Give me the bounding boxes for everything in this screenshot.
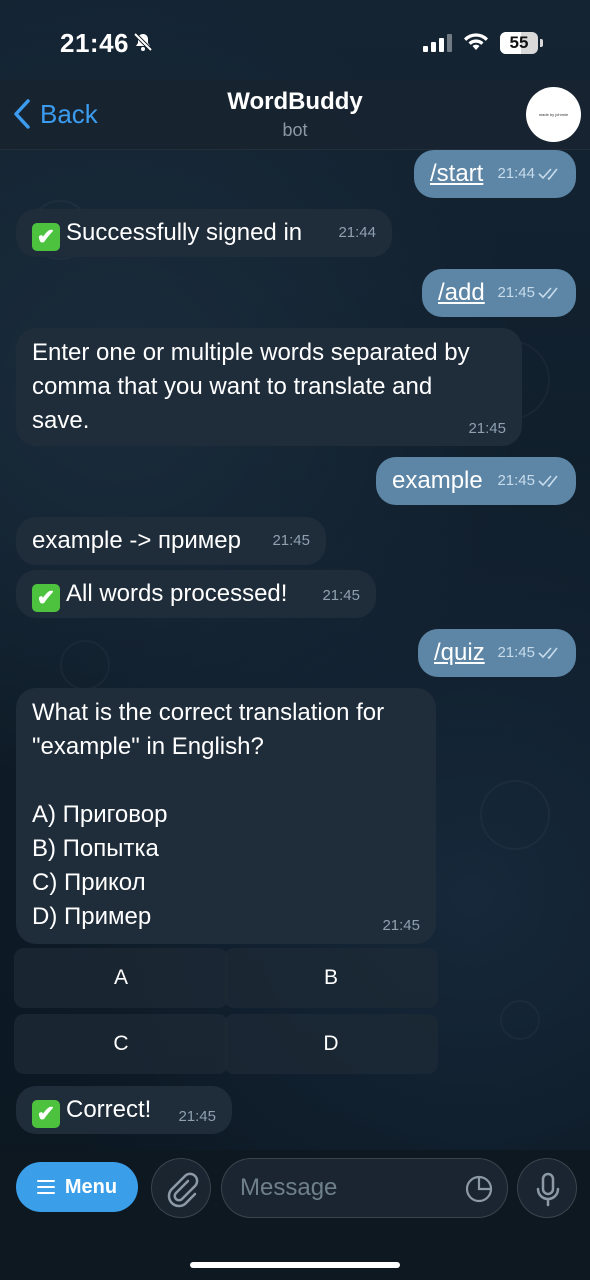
- message-line: A) Приговор: [32, 801, 168, 828]
- chat-subtitle: bot: [282, 120, 308, 140]
- message-in[interactable]: Enter one or multiple words separated by…: [16, 328, 522, 446]
- message-in[interactable]: What is the correct translation for "exa…: [16, 688, 436, 944]
- check-mark-icon: ✔: [32, 1100, 60, 1128]
- message-in[interactable]: ✔ Correct! 21:45: [16, 1086, 232, 1134]
- paperclip-icon: [167, 1172, 199, 1208]
- chat-title[interactable]: WordBuddy: [0, 88, 590, 116]
- bell-muted-icon: [133, 32, 153, 52]
- message-line: Enter one or multiple words separated by: [32, 339, 470, 366]
- battery-tip: [540, 39, 543, 47]
- voice-button[interactable]: [517, 1158, 577, 1218]
- message-time: 21:45: [272, 532, 310, 549]
- message-placeholder: Message: [240, 1174, 338, 1201]
- message-time: 21:45: [497, 644, 535, 661]
- message-time: 21:44: [338, 224, 376, 241]
- battery-level: 55: [509, 33, 529, 52]
- home-indicator: [190, 1262, 400, 1268]
- message-line: [32, 764, 420, 798]
- command-link[interactable]: /quiz: [434, 639, 485, 666]
- message-out[interactable]: /start 21:44: [414, 150, 576, 198]
- quiz-answer-button-a[interactable]: A: [14, 948, 228, 1008]
- input-bar: Menu Message: [0, 1150, 590, 1280]
- double-check-icon: [538, 168, 558, 181]
- status-time: 21:46: [60, 28, 129, 58]
- message-time: 21:45: [322, 587, 360, 604]
- microphone-icon: [536, 1172, 560, 1207]
- avatar-text: made by johnnie: [538, 112, 569, 117]
- message-out[interactable]: /quiz 21:45: [418, 629, 576, 677]
- message-time: 21:45: [382, 917, 420, 934]
- double-check-icon: [538, 647, 558, 660]
- message-in[interactable]: ✔ Successfully signed in 21:44: [16, 209, 392, 257]
- battery-icon: 55: [500, 32, 538, 54]
- message-in[interactable]: ✔ All words processed! 21:45: [16, 570, 376, 618]
- message-line: "example" in English?: [32, 733, 264, 760]
- message-time: 21:45: [497, 472, 535, 489]
- chat-header: Back WordBuddy bot: [0, 80, 590, 150]
- message-out[interactable]: example 21:45: [376, 457, 576, 505]
- message-time: 21:45: [497, 284, 535, 301]
- command-link[interactable]: /add: [438, 279, 485, 306]
- message-input[interactable]: Message: [221, 1158, 508, 1218]
- attach-button[interactable]: [151, 1158, 211, 1218]
- message-line: What is the correct translation for: [32, 699, 385, 726]
- double-check-icon: [538, 475, 558, 488]
- message-text: Successfully signed in: [66, 219, 303, 246]
- message-line: C) Прикол: [32, 869, 146, 896]
- wifi-icon: [464, 33, 488, 50]
- menu-label: Menu: [64, 1175, 118, 1198]
- menu-button[interactable]: Menu: [16, 1162, 138, 1212]
- message-time: 21:45: [468, 420, 506, 437]
- message-line: comma that you want to translate and: [32, 373, 433, 400]
- sticker-icon[interactable]: [463, 1173, 495, 1205]
- status-bar: 21:46 55: [0, 0, 590, 88]
- message-time: 21:45: [178, 1108, 216, 1125]
- message-line: save.: [32, 407, 90, 434]
- quiz-answer-button-c[interactable]: C: [14, 1014, 228, 1074]
- double-check-icon: [538, 287, 558, 300]
- message-text: example: [392, 467, 483, 494]
- check-mark-icon: ✔: [32, 223, 60, 251]
- bot-avatar[interactable]: made by johnnie: [526, 87, 581, 142]
- message-line: B) Попытка: [32, 835, 159, 862]
- message-text: example -> пример: [32, 527, 242, 554]
- message-out[interactable]: /add 21:45: [422, 269, 576, 317]
- message-time: 21:44: [497, 165, 535, 182]
- menu-icon: [36, 1180, 55, 1194]
- quiz-answer-button-b[interactable]: B: [224, 948, 438, 1008]
- check-mark-icon: ✔: [32, 584, 60, 612]
- quiz-answer-button-d[interactable]: D: [224, 1014, 438, 1074]
- signal-icon: [423, 34, 452, 52]
- command-link[interactable]: /start: [430, 160, 483, 187]
- message-line: D) Пример: [32, 903, 152, 930]
- message-in[interactable]: example -> пример 21:45: [16, 517, 326, 565]
- message-text: All words processed!: [66, 580, 288, 607]
- message-text: Correct!: [66, 1096, 152, 1123]
